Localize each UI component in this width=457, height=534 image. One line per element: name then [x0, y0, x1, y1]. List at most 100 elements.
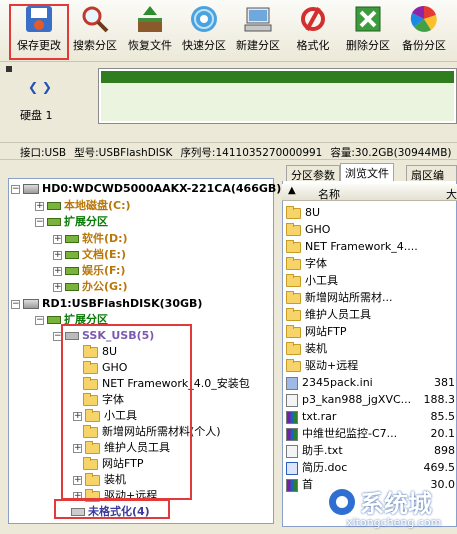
folder-icon	[286, 239, 301, 253]
list-item[interactable]: 驱动+远程	[286, 357, 358, 374]
watermark: 系统城 xitongcheng.com	[296, 480, 457, 531]
format-label: 格式化	[296, 39, 330, 52]
usb-disk-icon	[23, 299, 39, 309]
list-item[interactable]: 简历.doc	[286, 459, 347, 476]
list-item[interactable]: 装机	[286, 340, 327, 357]
model-info: 型号:USBFlashDISK	[74, 147, 173, 159]
backup-icon	[409, 4, 439, 34]
file-name: 简历.doc	[302, 461, 348, 474]
backup-partition-label: 备份分区	[402, 39, 446, 52]
file-size: 85.5	[430, 410, 456, 423]
format-button[interactable]: 格式化	[290, 2, 336, 58]
list-item[interactable]: 小工具	[286, 272, 338, 289]
file-size: 188.3	[423, 393, 456, 406]
quick-partition-button[interactable]: 快速分区	[178, 2, 230, 58]
e-drive-label: 文档(E:)	[82, 248, 126, 261]
tree-item-c[interactable]: + 本地磁盘(C:)	[35, 198, 131, 214]
file-name: GHO	[305, 223, 331, 236]
text-file-icon	[286, 444, 298, 458]
file-name: txt.rar	[302, 410, 337, 423]
backup-partition-button[interactable]: 备份分区	[398, 2, 450, 58]
highlight-box	[54, 499, 170, 519]
list-item[interactable]: 字体	[286, 255, 327, 272]
col-name[interactable]: 名称	[318, 186, 340, 202]
collapse-icon[interactable]: −	[11, 299, 20, 309]
watermark-url: xitongcheng.com	[346, 516, 442, 529]
folder-icon	[286, 256, 301, 270]
file-icon	[286, 393, 298, 407]
disk-partition-strip[interactable]	[98, 68, 457, 124]
column-header: ▲ 名称 大	[282, 184, 457, 201]
list-item[interactable]: 维护人员工具	[286, 306, 371, 323]
restore-files-button[interactable]: 恢复文件	[124, 2, 176, 58]
quick-partition-label: 快速分区	[182, 39, 226, 52]
collapse-icon[interactable]: −	[35, 315, 44, 325]
tab-bar: 分区参数 浏览文件 扇区编辑	[282, 163, 457, 198]
partition-icon	[65, 251, 79, 259]
file-name: 8U	[305, 206, 321, 219]
g-drive-label: 办公(G:)	[82, 280, 128, 293]
file-name: 小工具	[305, 274, 338, 287]
f-drive-label: 娱乐(F:)	[82, 264, 126, 277]
tree-disk-rd1[interactable]: − RD1:USBFlashDISK(30GB)	[11, 296, 202, 312]
search-partition-button[interactable]: 搜索分区	[70, 2, 120, 58]
col-size[interactable]: 大	[446, 186, 457, 202]
delete-partition-button[interactable]: 删除分区	[342, 2, 394, 58]
partition-icon	[47, 218, 61, 226]
tab-partition-params[interactable]: 分区参数	[286, 165, 340, 182]
file-name: NET Framework_4....	[305, 240, 418, 253]
tab-sector-edit[interactable]: 扇区编辑	[406, 165, 457, 198]
list-item[interactable]: GHO	[286, 221, 330, 238]
file-name: 装机	[305, 342, 327, 355]
sort-up-icon: ▲	[288, 185, 296, 196]
list-item[interactable]: 中维世纪监控-C7...	[286, 425, 397, 442]
expand-icon[interactable]: +	[53, 282, 62, 292]
list-item[interactable]: 2345pack.ini	[286, 374, 373, 391]
file-name: 2345pack.ini	[302, 376, 373, 389]
file-name: 驱动+远程	[305, 359, 359, 372]
tree-item-g[interactable]: + 办公(G:)	[53, 279, 127, 295]
list-item[interactable]: NET Framework_4....	[286, 238, 418, 255]
tree-item-extended[interactable]: − 扩展分区	[35, 214, 108, 230]
interface-info: 接口:USB	[20, 147, 67, 159]
tab-browse-files[interactable]: 浏览文件	[340, 163, 394, 181]
format-icon	[298, 4, 328, 34]
folder-icon	[286, 273, 301, 287]
list-item[interactable]: p3_kan988_jgXVC...	[286, 391, 411, 408]
folder-icon	[286, 222, 301, 236]
list-item[interactable]: 助手.txt	[286, 442, 343, 459]
disk-nav-arrows[interactable]: ❮ ❯	[28, 80, 52, 94]
magnifier-icon	[80, 4, 110, 34]
list-item[interactable]: 网站FTP	[286, 323, 347, 340]
file-name: 维护人员工具	[305, 308, 371, 321]
file-name: 字体	[305, 257, 327, 270]
folder-icon	[286, 341, 301, 355]
collapse-icon[interactable]: −	[35, 217, 44, 227]
tree-item-e[interactable]: + 文档(E:)	[53, 247, 126, 263]
delete-partition-label: 删除分区	[346, 39, 390, 52]
new-partition-button[interactable]: 新建分区	[232, 2, 284, 58]
collapse-icon[interactable]	[6, 66, 12, 72]
disk-label: 硬盘 1	[20, 109, 53, 122]
collapse-icon[interactable]: −	[11, 184, 20, 194]
partition-area	[101, 83, 454, 121]
computer-icon	[243, 4, 273, 34]
expand-icon[interactable]: +	[35, 201, 44, 211]
c-drive-label: 本地磁盘(C:)	[64, 199, 131, 212]
tree-disk-hd0[interactable]: − HD0:WDCWD5000AAKX-221CA(466GB)	[11, 181, 281, 197]
doc-file-icon	[286, 461, 298, 475]
expand-icon[interactable]: +	[53, 234, 62, 244]
list-item[interactable]: 8U	[286, 204, 320, 221]
disc-icon	[189, 4, 219, 34]
disk-info-bar: 接口:USB 型号:USBFlashDISK 序列号:141103527000099…	[0, 142, 457, 160]
highlight-box	[9, 4, 69, 60]
list-item[interactable]: txt.rar	[286, 408, 336, 425]
list-item[interactable]: 新增网站所需材...	[286, 289, 393, 306]
extended-label: 扩展分区	[64, 215, 108, 228]
tree-item-d[interactable]: + 软件(D:)	[53, 231, 128, 247]
expand-icon[interactable]: +	[53, 250, 62, 260]
folder-icon	[286, 290, 301, 304]
tree-item-f[interactable]: + 娱乐(F:)	[53, 263, 125, 279]
expand-icon[interactable]: +	[53, 266, 62, 276]
d-drive-label: 软件(D:)	[82, 232, 128, 245]
